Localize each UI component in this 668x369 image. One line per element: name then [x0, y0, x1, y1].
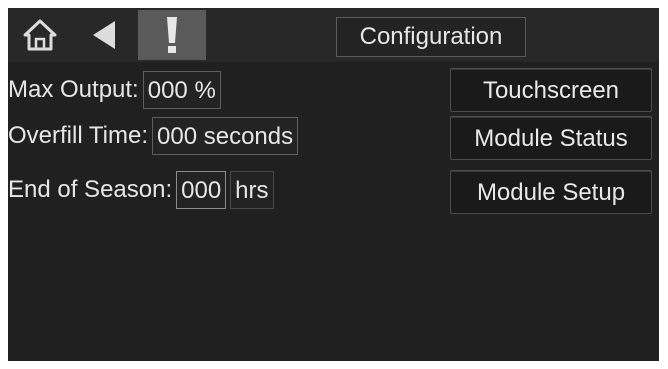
configuration-screen: Configuration Max Output: 000 % Overfill…: [8, 8, 659, 361]
home-icon: [23, 19, 57, 51]
max-output-row: Max Output: 000 %: [8, 70, 221, 110]
module-status-button[interactable]: Module Status: [450, 116, 652, 160]
end-of-season-unit: hrs: [230, 171, 274, 209]
top-bar: Configuration: [8, 8, 659, 62]
overfill-time-label: Overfill Time:: [8, 122, 149, 149]
overfill-time-row: Overfill Time: 000 seconds: [8, 116, 299, 156]
back-button[interactable]: [74, 10, 134, 60]
end-of-season-row: End of Season: 000 hrs: [8, 170, 274, 210]
end-of-season-label: End of Season:: [8, 176, 173, 203]
end-of-season-field[interactable]: 000: [176, 171, 227, 209]
max-output-label: Max Output:: [8, 76, 139, 103]
page-title: Configuration: [336, 17, 526, 57]
back-arrow-icon: [93, 21, 115, 49]
alert-button[interactable]: [138, 10, 206, 60]
home-button[interactable]: [10, 10, 70, 60]
module-setup-button[interactable]: Module Setup: [450, 170, 652, 214]
max-output-field[interactable]: 000 %: [142, 71, 221, 109]
overfill-time-field[interactable]: 000 seconds: [152, 117, 299, 155]
alert-icon: [167, 17, 177, 53]
touchscreen-button[interactable]: Touchscreen: [450, 68, 652, 112]
